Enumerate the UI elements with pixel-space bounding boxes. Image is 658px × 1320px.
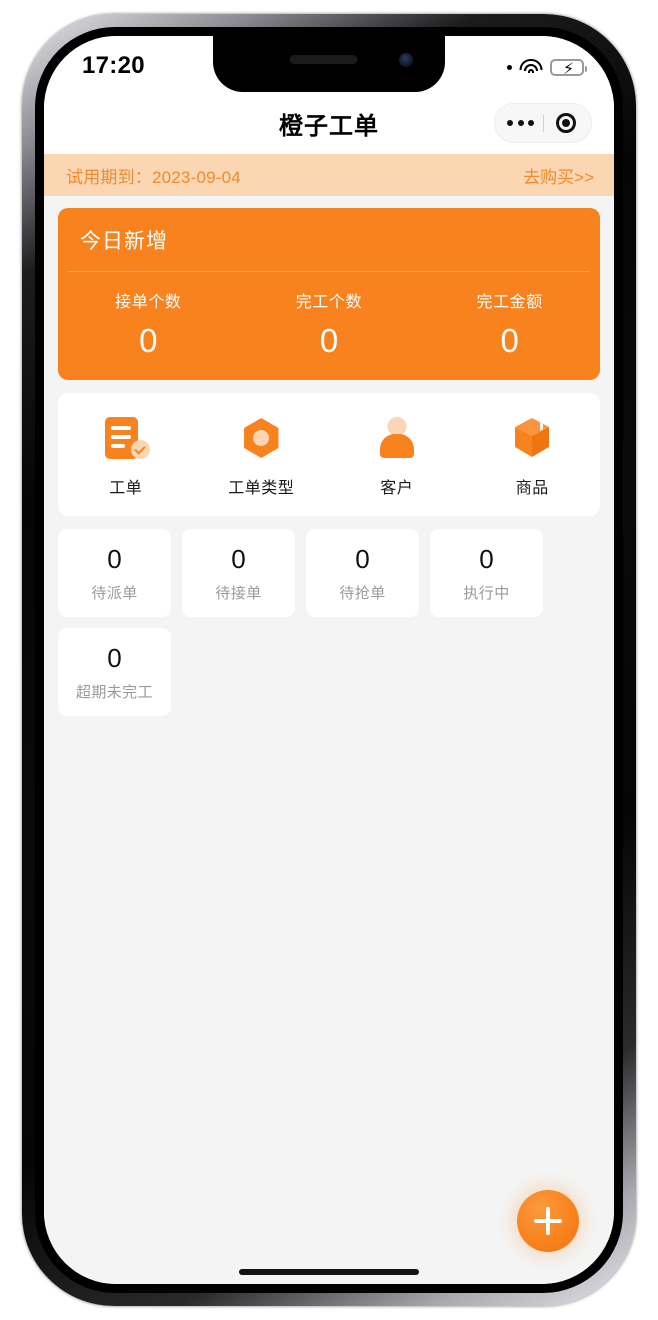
add-button[interactable] <box>517 1190 579 1252</box>
front-camera-icon <box>399 53 413 67</box>
person-icon <box>374 415 420 461</box>
tile-label: 待派单 <box>91 584 138 602</box>
status-time: 17:20 <box>82 52 145 79</box>
notch <box>213 36 445 92</box>
tile-value: 0 <box>107 543 122 574</box>
tile-value: 0 <box>107 642 122 673</box>
stat-item[interactable]: 完工个数 0 <box>239 288 420 360</box>
status-tile[interactable]: 0 执行中 <box>430 529 543 617</box>
phone-screen: 17:20 ⚡ 橙子工单 试用期到：2023-09-04 去购买>> 今日新增 … <box>44 36 614 1284</box>
more-dots-icon[interactable] <box>499 120 543 126</box>
nav-bar: 橙子工单 <box>44 92 614 154</box>
quick-action-customer[interactable]: 客户 <box>329 415 465 498</box>
document-check-icon <box>103 415 150 461</box>
status-indicators: ⚡ <box>507 58 587 78</box>
status-tile[interactable]: 0 待接单 <box>182 529 295 617</box>
main-content: 今日新增 接单个数 0 完工个数 0 完工金额 0 工单 工单类型 客户 商品 … <box>44 196 614 1284</box>
stat-label: 接单个数 <box>115 294 182 311</box>
stats-card-title: 今日新增 <box>80 230 168 253</box>
battery-charging-icon: ⚡ <box>550 58 587 78</box>
signal-dot-icon <box>507 64 512 70</box>
stat-value: 0 <box>139 322 158 359</box>
quick-action-label: 工单类型 <box>228 480 295 497</box>
phone-bezel: 17:20 ⚡ 橙子工单 试用期到：2023-09-04 去购买>> 今日新增 … <box>35 27 623 1293</box>
miniprogram-capsule[interactable] <box>494 103 592 143</box>
tile-value: 0 <box>355 543 370 574</box>
quick-actions-card: 工单 工单类型 客户 商品 <box>58 393 600 516</box>
trial-text: 试用期到：2023-09-04 <box>66 163 241 188</box>
stat-label: 完工个数 <box>295 294 363 311</box>
tile-label: 执行中 <box>463 584 510 602</box>
status-tiles: 0 待派单 0 待接单 0 待抢单 0 执行中 0 超期未完工 <box>44 516 614 716</box>
stat-item[interactable]: 接单个数 0 <box>58 288 239 360</box>
tile-label: 超期未完工 <box>75 683 153 701</box>
stat-label: 完工金额 <box>476 294 543 311</box>
stat-value: 0 <box>500 322 519 359</box>
today-stats-card: 今日新增 接单个数 0 完工个数 0 完工金额 0 <box>58 208 600 380</box>
earpiece-speaker <box>289 55 358 64</box>
trial-banner[interactable]: 试用期到：2023-09-04 去购买>> <box>44 154 614 196</box>
stats-row: 接单个数 0 完工个数 0 完工金额 0 <box>58 272 600 380</box>
status-tile[interactable]: 0 超期未完工 <box>58 628 171 716</box>
buy-link[interactable]: 去购买>> <box>523 163 594 188</box>
status-tile[interactable]: 0 待派单 <box>58 529 171 617</box>
trial-label: 试用期到： <box>66 167 152 187</box>
wifi-icon <box>519 58 543 76</box>
quick-action-label: 客户 <box>380 480 414 497</box>
stat-value: 0 <box>319 322 339 359</box>
quick-action-work-order[interactable]: 工单 <box>58 415 194 498</box>
tile-label: 待抢单 <box>339 584 386 602</box>
page-title: 橙子工单 <box>279 112 379 140</box>
trial-date: 2023-09-04 <box>152 167 241 187</box>
quick-action-work-order-type[interactable]: 工单类型 <box>194 415 330 498</box>
quick-action-product[interactable]: 商品 <box>465 415 601 498</box>
box-icon <box>509 415 555 461</box>
quick-action-label: 商品 <box>515 480 549 497</box>
target-circle-icon[interactable] <box>544 113 588 133</box>
status-tile[interactable]: 0 待抢单 <box>306 529 419 617</box>
tile-value: 0 <box>479 543 494 574</box>
tile-label: 待接单 <box>215 584 262 602</box>
quick-action-label: 工单 <box>109 480 143 497</box>
phone-frame: 17:20 ⚡ 橙子工单 试用期到：2023-09-04 去购买>> 今日新增 … <box>22 14 636 1306</box>
home-indicator <box>239 1269 419 1275</box>
stat-item[interactable]: 完工金额 0 <box>419 288 600 360</box>
tile-value: 0 <box>231 543 246 574</box>
hexagon-icon <box>238 415 284 461</box>
